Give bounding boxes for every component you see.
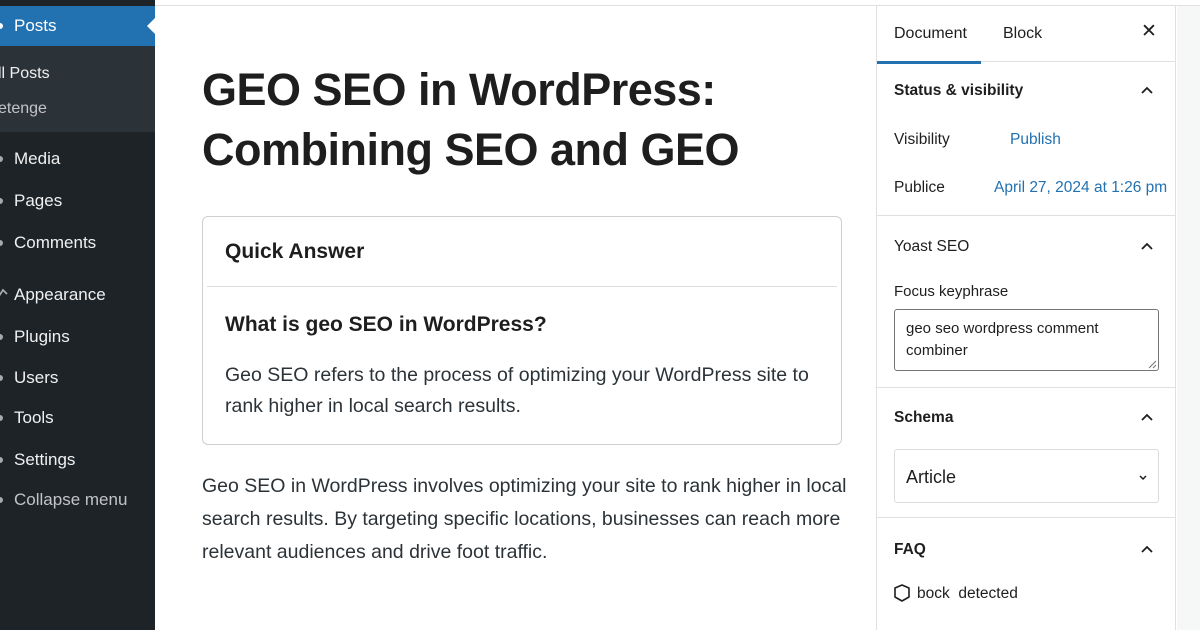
settings-icon — [0, 457, 3, 463]
schema-selected-value: Article — [906, 467, 957, 487]
schema-type-select[interactable]: Article — [894, 449, 1159, 503]
collapse-icon — [0, 497, 3, 503]
settings-scroll-gutter — [1177, 6, 1200, 630]
menu-item-plugins[interactable]: Plugins — [14, 327, 70, 347]
collapse-menu-button[interactable]: Collapse menu — [14, 490, 127, 510]
panel-title-yoast[interactable]: Yoast SEO — [894, 238, 969, 256]
plugins-icon — [0, 334, 3, 340]
quick-answer-block[interactable]: Quick Answer What is geo SEO in WordPres… — [202, 216, 842, 445]
submenu-item-all-posts[interactable]: ll Posts — [0, 65, 50, 83]
menu-label-posts: Posts — [14, 16, 57, 35]
chevron-down-icon — [1139, 475, 1147, 481]
panel-status-visibility: Status & visibility Visibility Publish P… — [877, 62, 1176, 216]
posts-icon — [0, 23, 3, 29]
resize-handle-icon[interactable] — [1147, 359, 1157, 369]
menu-item-tools[interactable]: Tools — [14, 408, 54, 428]
quick-answer-text: Geo SEO refers to the process of optimiz… — [225, 364, 809, 417]
pages-icon — [0, 198, 3, 204]
users-icon — [0, 375, 3, 381]
quick-answer-question: What is geo SEO in WordPress? — [225, 313, 547, 336]
active-menu-arrow-icon — [147, 18, 155, 34]
menu-item-pages[interactable]: Pages — [14, 191, 62, 211]
quick-answer-divider — [207, 286, 837, 287]
appearance-icon — [0, 288, 8, 297]
menu-item-appearance[interactable]: Appearance — [14, 285, 106, 305]
focus-keyphrase-input[interactable]: geo seo wordpress comment combiner — [894, 309, 1159, 371]
faq-status-text: bock detected — [917, 585, 1018, 602]
visibility-value-link[interactable]: Publish — [1010, 131, 1061, 149]
close-icon[interactable]: ✕ — [1139, 22, 1159, 42]
panel-yoast-seo: Yoast SEO Focus keyphrase geo seo wordpr… — [877, 216, 1176, 388]
panel-faq: FAQ bock detected — [877, 518, 1176, 630]
panel-title-status[interactable]: Status & visibility — [894, 82, 1023, 100]
posts-submenu: ll Posts etenge — [0, 46, 155, 132]
admin-sidebar: Posts ll Posts etenge Media Pages Commen… — [0, 0, 155, 630]
menu-item-settings[interactable]: Settings — [14, 450, 75, 470]
focus-keyphrase-label: Focus keyphrase — [894, 283, 1009, 300]
tools-icon — [0, 415, 3, 421]
panel-schema: Schema Article — [877, 388, 1176, 518]
chevron-up-icon[interactable] — [1139, 410, 1155, 426]
menu-item-users[interactable]: Users — [14, 368, 58, 388]
settings-tabs: Document Block ✕ — [877, 6, 1176, 64]
settings-sidebar: Document Block ✕ Status & visibility Vis… — [876, 6, 1176, 630]
menu-item-comments[interactable]: Comments — [14, 233, 96, 253]
paragraph-block[interactable]: Geo SEO in WordPress involves optimizing… — [202, 470, 852, 569]
chevron-up-icon[interactable] — [1139, 83, 1155, 99]
visibility-label: Visibility — [894, 131, 950, 148]
tab-document[interactable]: Document — [877, 25, 981, 64]
shield-icon — [894, 584, 910, 602]
media-icon — [0, 156, 3, 162]
quick-answer-heading: Quick Answer — [225, 240, 365, 263]
panel-title-faq[interactable]: FAQ — [894, 541, 926, 559]
editor-canvas: GEO SEO in WordPress: Combining SEO and … — [155, 6, 875, 630]
chevron-up-icon[interactable] — [1139, 542, 1155, 558]
post-title[interactable]: GEO SEO in WordPress: Combining SEO and … — [202, 60, 842, 180]
comments-icon — [0, 240, 3, 246]
chevron-up-icon[interactable] — [1139, 239, 1155, 255]
publish-date-link[interactable]: April 27, 2024 at 1:26 pm — [994, 179, 1167, 197]
menu-item-media[interactable]: Media — [14, 149, 60, 169]
panel-title-schema[interactable]: Schema — [894, 409, 953, 427]
submenu-item-second[interactable]: etenge — [0, 100, 47, 118]
tab-block[interactable]: Block — [1003, 25, 1042, 43]
publish-label: Publice — [894, 179, 945, 196]
menu-item-posts[interactable]: Posts — [0, 6, 155, 46]
